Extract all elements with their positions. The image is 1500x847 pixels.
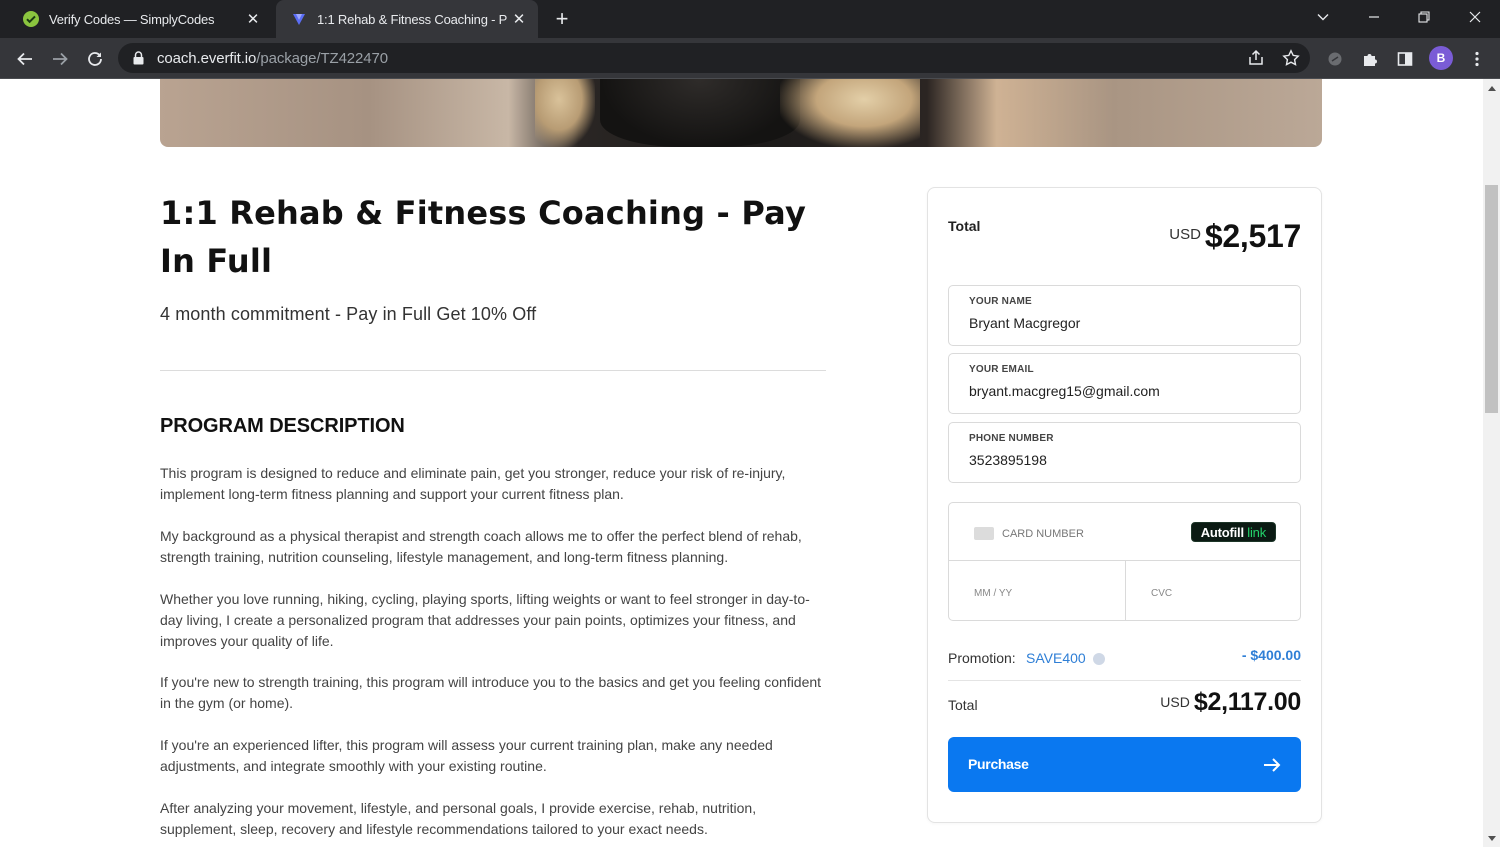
page-scrollbar[interactable]	[1483, 79, 1500, 847]
scroll-up-arrow-icon[interactable]	[1483, 79, 1500, 96]
simplycodes-check-icon	[22, 10, 40, 28]
scrollbar-thumb[interactable]	[1485, 185, 1498, 413]
scroll-down-arrow-icon[interactable]	[1483, 830, 1500, 847]
card-number-field[interactable]: CARD NUMBER Autofill link	[949, 503, 1300, 561]
final-total-price: USD $2,117.00	[1160, 688, 1301, 717]
url-text: coach.everfit.io/package/TZ422470	[157, 50, 389, 67]
bookmark-star-icon[interactable]	[1281, 48, 1301, 68]
final-amount: $2,117.00	[1193, 688, 1301, 716]
final-total-label: Total	[948, 697, 978, 713]
tab-verify-codes[interactable]: Verify Codes — SimplyCodes ✕	[8, 0, 272, 38]
email-field[interactable]: YOUR EMAIL bryant.macgreg15@gmail.com	[948, 353, 1301, 414]
credit-card-icon	[974, 527, 994, 540]
kebab-menu-icon[interactable]	[1465, 47, 1489, 71]
package-subtitle: 4 month commitment - Pay in Full Get 10%…	[160, 304, 537, 324]
browser-tab-bar: Verify Codes — SimplyCodes ✕ 1:1 Rehab &…	[0, 0, 1500, 38]
checkout-card: Total USD $2,517 YOUR NAME Bryant Macgre…	[927, 187, 1322, 823]
name-value[interactable]: Bryant Macgregor	[969, 315, 1080, 331]
close-tab-icon[interactable]: ✕	[508, 8, 530, 30]
divider	[160, 370, 826, 371]
currency-label: USD	[1169, 226, 1201, 243]
hero-image	[160, 79, 1322, 147]
card-payment-box: CARD NUMBER Autofill link MM / YY CVC	[948, 502, 1301, 621]
phone-label: PHONE NUMBER	[969, 433, 1054, 444]
tab-title: Verify Codes — SimplyCodes	[49, 11, 215, 27]
promotion-row: Promotion: SAVE400 - $400.00	[948, 647, 1301, 670]
description-paragraph: This program is designed to reduce and e…	[160, 465, 786, 502]
description-paragraph: After analyzing your movement, lifestyle…	[160, 800, 757, 837]
purchase-label: Purchase	[968, 756, 1029, 772]
currency-label: USD	[1160, 694, 1190, 710]
promotion-label: Promotion:	[948, 650, 1016, 666]
divider	[948, 680, 1301, 681]
forward-arrow-icon[interactable]	[46, 45, 74, 73]
page-title: 1:1 Rehab & Fitness Coaching - Pay In Fu…	[160, 194, 807, 280]
description-paragraph: If you're new to strength training, this…	[160, 674, 822, 711]
cvc-field[interactable]: CVC	[1151, 588, 1172, 599]
promotion-code: SAVE400	[1026, 650, 1086, 666]
arrow-right-icon	[1261, 754, 1283, 781]
name-label: YOUR NAME	[969, 296, 1032, 307]
description-paragraph: My background as a physical therapist an…	[160, 528, 802, 565]
new-tab-button[interactable]: +	[550, 7, 574, 31]
extension-disc-icon[interactable]	[1323, 47, 1347, 71]
autofill-link-button[interactable]: Autofill link	[1190, 522, 1276, 542]
card-number-placeholder: CARD NUMBER	[1002, 528, 1084, 540]
email-label: YOUR EMAIL	[969, 364, 1034, 375]
tab-search-chevron-icon[interactable]	[1308, 5, 1338, 29]
reload-icon[interactable]	[81, 45, 109, 73]
total-label: Total	[948, 218, 981, 234]
minimize-icon[interactable]	[1359, 5, 1389, 29]
phone-field[interactable]: PHONE NUMBER 3523895198	[948, 422, 1301, 483]
share-icon[interactable]	[1246, 48, 1266, 68]
side-panel-icon[interactable]	[1393, 47, 1417, 71]
expiry-field[interactable]: MM / YY	[974, 588, 1012, 599]
total-amount: $2,517	[1204, 218, 1301, 254]
purchase-button[interactable]: Purchase	[948, 737, 1301, 792]
program-description-heading: PROGRAM DESCRIPTION	[160, 415, 405, 437]
tab-title: 1:1 Rehab & Fitness Coaching - P	[317, 11, 508, 27]
back-arrow-icon[interactable]	[11, 45, 39, 73]
email-value[interactable]: bryant.macgreg15@gmail.com	[969, 383, 1160, 399]
divider	[1125, 561, 1126, 620]
description-paragraph: If you're an experienced lifter, this pr…	[160, 737, 773, 774]
description-paragraph: Whether you love running, hiking, cyclin…	[160, 591, 810, 649]
restore-icon[interactable]	[1409, 5, 1439, 29]
phone-value[interactable]: 3523895198	[969, 452, 1047, 468]
browser-toolbar: coach.everfit.io/package/TZ422470 B	[0, 38, 1500, 79]
everfit-logo-icon	[290, 10, 308, 28]
tab-rehab-coaching[interactable]: 1:1 Rehab & Fitness Coaching - P ✕	[276, 0, 538, 38]
address-bar[interactable]: coach.everfit.io/package/TZ422470	[118, 43, 1310, 73]
extensions-puzzle-icon[interactable]	[1358, 47, 1382, 71]
discount-amount: - $400.00	[1241, 647, 1301, 663]
profile-avatar[interactable]: B	[1429, 46, 1453, 70]
lock-icon	[133, 51, 144, 70]
total-price: USD $2,517	[1169, 218, 1301, 255]
remove-promo-icon[interactable]	[1093, 653, 1105, 665]
name-field[interactable]: YOUR NAME Bryant Macgregor	[948, 285, 1301, 346]
page-viewport: 1:1 Rehab & Fitness Coaching - Pay In Fu…	[0, 79, 1483, 847]
close-tab-icon[interactable]: ✕	[242, 8, 264, 30]
close-window-icon[interactable]	[1460, 5, 1490, 29]
